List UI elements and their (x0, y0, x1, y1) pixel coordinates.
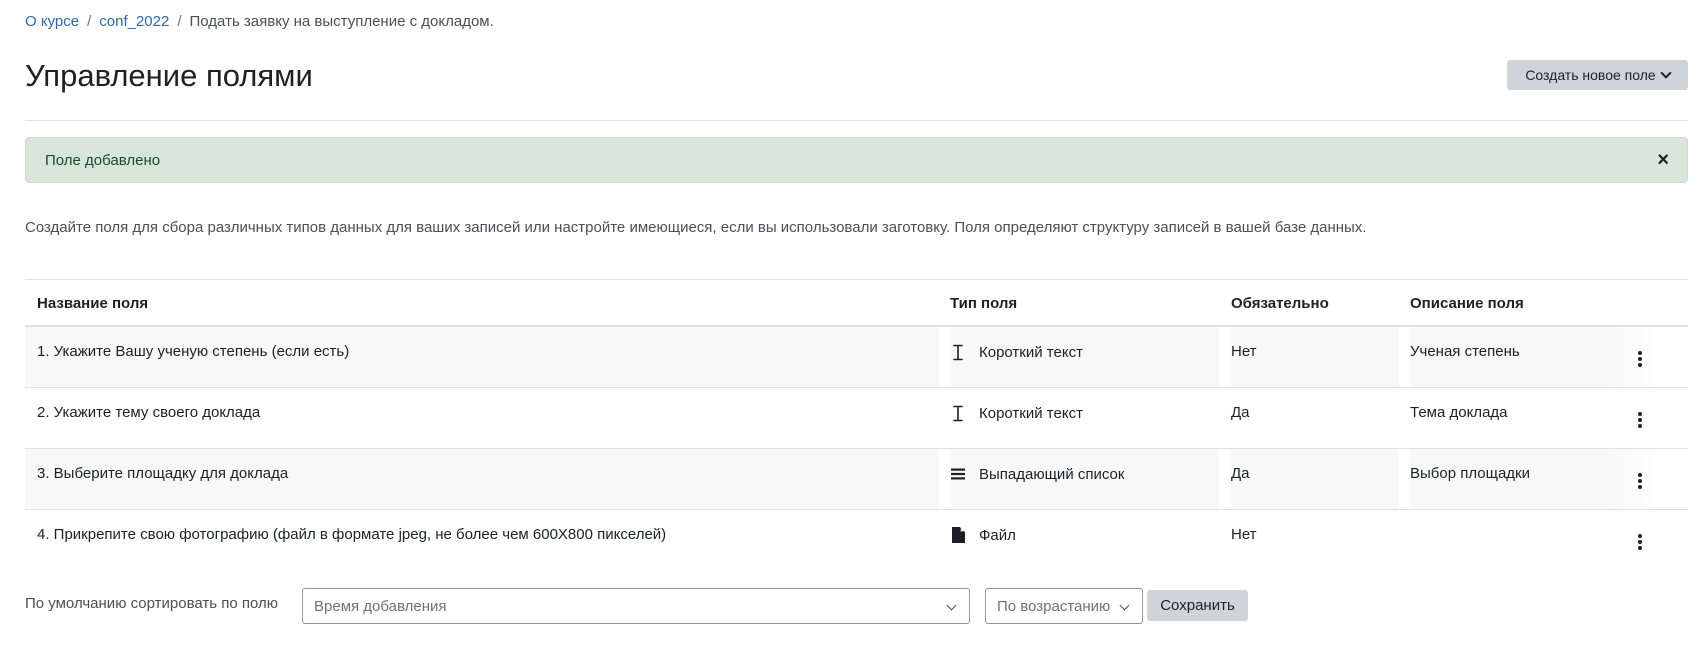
text-cursor-icon (950, 404, 966, 422)
create-new-field-button[interactable]: Создать новое поле (1507, 60, 1688, 90)
breadcrumb-separator: / (177, 13, 182, 30)
field-type: Короткий текст (950, 343, 1083, 361)
close-icon[interactable]: × (1657, 148, 1669, 172)
field-type-label: Файл (979, 526, 1016, 544)
page-title: Управление полями (25, 58, 313, 93)
breadcrumb-item-database[interactable]: conf_2022 (99, 13, 169, 30)
breadcrumb-item-current: Подать заявку на выступление с докладом. (189, 13, 494, 30)
field-type-label: Короткий текст (979, 404, 1083, 422)
table-row: 2. Укажите тему своего доклада Короткий … (25, 388, 1688, 449)
more-actions-icon[interactable] (1630, 349, 1650, 369)
save-button[interactable]: Сохранить (1147, 590, 1248, 621)
table-row: 1. Укажите Вашу ученую степень (если ест… (25, 327, 1688, 388)
table-header: Название поля Тип поля Обязательно Описа… (25, 279, 1688, 327)
more-actions-icon[interactable] (1630, 471, 1650, 491)
breadcrumb-separator: / (87, 13, 92, 30)
header-field-description: Описание поля (1410, 295, 1524, 312)
header-field-name: Название поля (37, 295, 149, 312)
chevron-down-icon (1119, 600, 1130, 611)
field-type: Короткий текст (950, 404, 1083, 422)
field-type-label: Короткий текст (979, 343, 1083, 361)
success-alert: Поле добавлено × (25, 137, 1688, 183)
list-icon (950, 465, 966, 483)
text-cursor-icon (950, 343, 966, 361)
field-name: 3. Выберите площадку для доклада (37, 465, 289, 482)
file-icon (950, 526, 966, 544)
chevron-down-icon (946, 600, 957, 611)
alert-message: Поле добавлено (45, 152, 161, 169)
field-description: Ученая степень (1410, 343, 1520, 360)
fields-table: Название поля Тип поля Обязательно Описа… (25, 279, 1688, 571)
field-required: Нет (1231, 343, 1257, 360)
field-required: Нет (1231, 526, 1257, 543)
field-required: Да (1231, 404, 1250, 421)
sort-order-value: По возрастанию (997, 597, 1111, 615)
header-required: Обязательно (1231, 295, 1329, 312)
breadcrumb: О курсе / conf_2022 / Подать заявку на высту… (25, 13, 494, 30)
field-name: 2. Укажите тему своего доклада (37, 404, 261, 421)
sort-field-select[interactable]: Время добавления (302, 588, 970, 624)
table-row: 4. Прикрепите свою фотографию (файл в фо… (25, 510, 1688, 571)
field-name: 1. Укажите Вашу ученую степень (если ест… (37, 343, 350, 360)
default-sort-label: По умолчанию сортировать по полю (25, 595, 279, 612)
field-type: Файл (950, 526, 1016, 544)
field-type: Выпадающий список (950, 465, 1124, 483)
field-required: Да (1231, 465, 1250, 482)
more-actions-icon[interactable] (1630, 410, 1650, 430)
field-name: 4. Прикрепите свою фотографию (файл в фо… (37, 526, 667, 543)
sort-order-select[interactable]: По возрастанию (985, 588, 1143, 624)
header-divider (25, 120, 1688, 121)
table-row: 3. Выберите площадку для доклада Выпадаю… (25, 449, 1688, 510)
field-type-label: Выпадающий список (979, 465, 1125, 483)
more-actions-icon[interactable] (1630, 532, 1650, 552)
breadcrumb-item-course[interactable]: О курсе (25, 13, 79, 30)
sort-field-value: Время добавления (314, 597, 447, 615)
create-new-field-label: Создать новое поле (1525, 67, 1656, 83)
chevron-down-icon (1660, 67, 1672, 79)
page: О курсе / conf_2022 / Подать заявку на высту… (0, 0, 1704, 656)
field-description: Тема доклада (1410, 404, 1508, 421)
header-field-type: Тип поля (950, 295, 1018, 312)
field-description: Выбор площадки (1410, 465, 1530, 482)
fields-description: Создайте поля для сбора различных типов … (25, 219, 1367, 236)
